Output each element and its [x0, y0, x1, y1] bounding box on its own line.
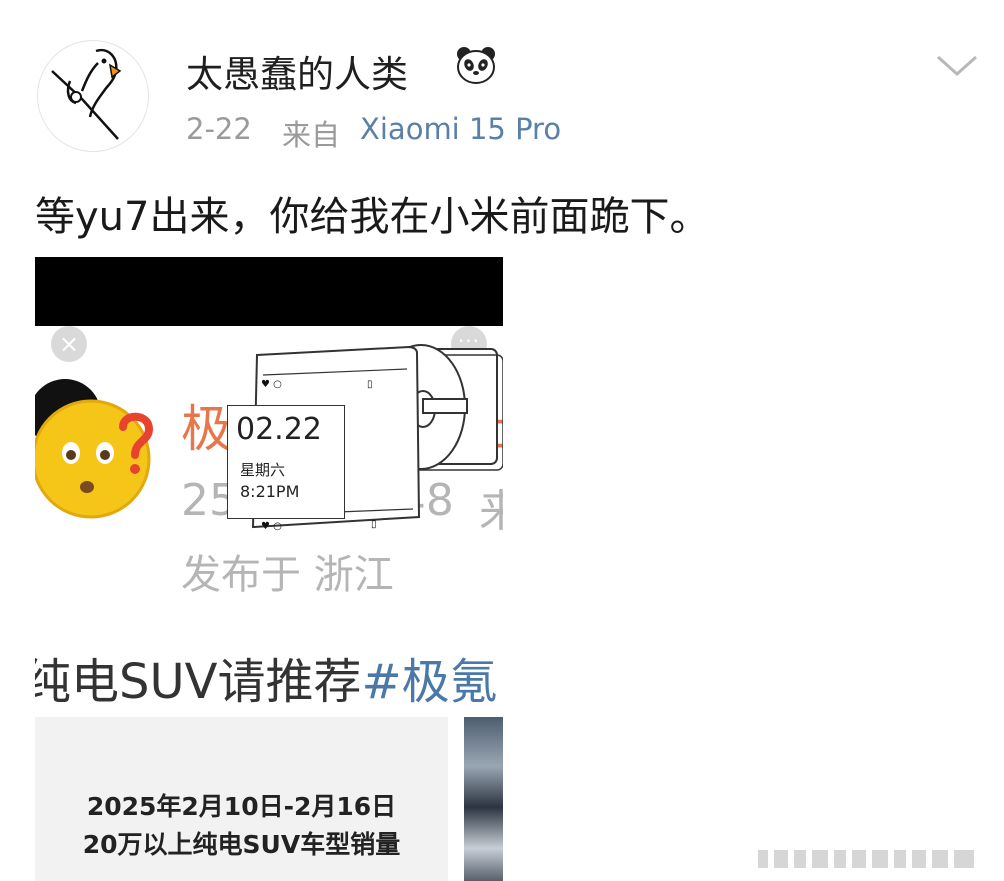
embedded-hashtag: #极氪: [361, 654, 498, 710]
widget-time: 8:21PM: [240, 482, 300, 501]
date-widget: 02.22 星期六 8:21PM: [227, 405, 345, 519]
post-image[interactable]: × ··· 极 士 25 6:48 来 发布于 浙江 纯电SUV请推荐#极氪 2…: [35, 257, 503, 881]
embedded-title-text: 纯电SUV请推荐: [35, 654, 362, 710]
confused-emoji-icon: [35, 375, 165, 525]
chevron-down-icon[interactable]: [935, 52, 979, 80]
svg-text:♥ ○: ♥ ○: [261, 379, 282, 390]
photo-thumbnail: [464, 717, 503, 881]
goose-avatar-icon: [51, 48, 122, 140]
close-icon: ×: [51, 326, 87, 362]
username[interactable]: 太愚蠢的人类: [186, 44, 408, 98]
redaction-bar: [35, 257, 503, 326]
svg-text:▯: ▯: [371, 519, 377, 530]
widget-date: 02.22: [236, 412, 322, 447]
embedded-title: 纯电SUV请推荐#极氪: [35, 642, 498, 712]
sales-card-line2: 20万以上纯电SUV车型销量: [82, 830, 401, 859]
device-link[interactable]: Xiaomi 15 Pro: [360, 112, 561, 146]
post-text: 等yu7出来，你给我在小米前面跪下。: [35, 194, 710, 240]
source-label: 来自: [282, 118, 341, 152]
avatar[interactable]: [37, 40, 149, 152]
sales-card-line1: 2025年2月10日-2月16日: [86, 792, 397, 821]
svg-text:♥ ○: ♥ ○: [261, 521, 282, 532]
svg-text:▯: ▯: [367, 379, 373, 390]
watermark: [756, 846, 980, 872]
sales-card: 2025年2月10日-2月16日 20万以上纯电SUV车型销量: [35, 717, 448, 881]
panda-icon: [455, 44, 497, 86]
post-date: 2-22: [186, 112, 252, 146]
widget-weekday: 星期六: [240, 461, 286, 479]
